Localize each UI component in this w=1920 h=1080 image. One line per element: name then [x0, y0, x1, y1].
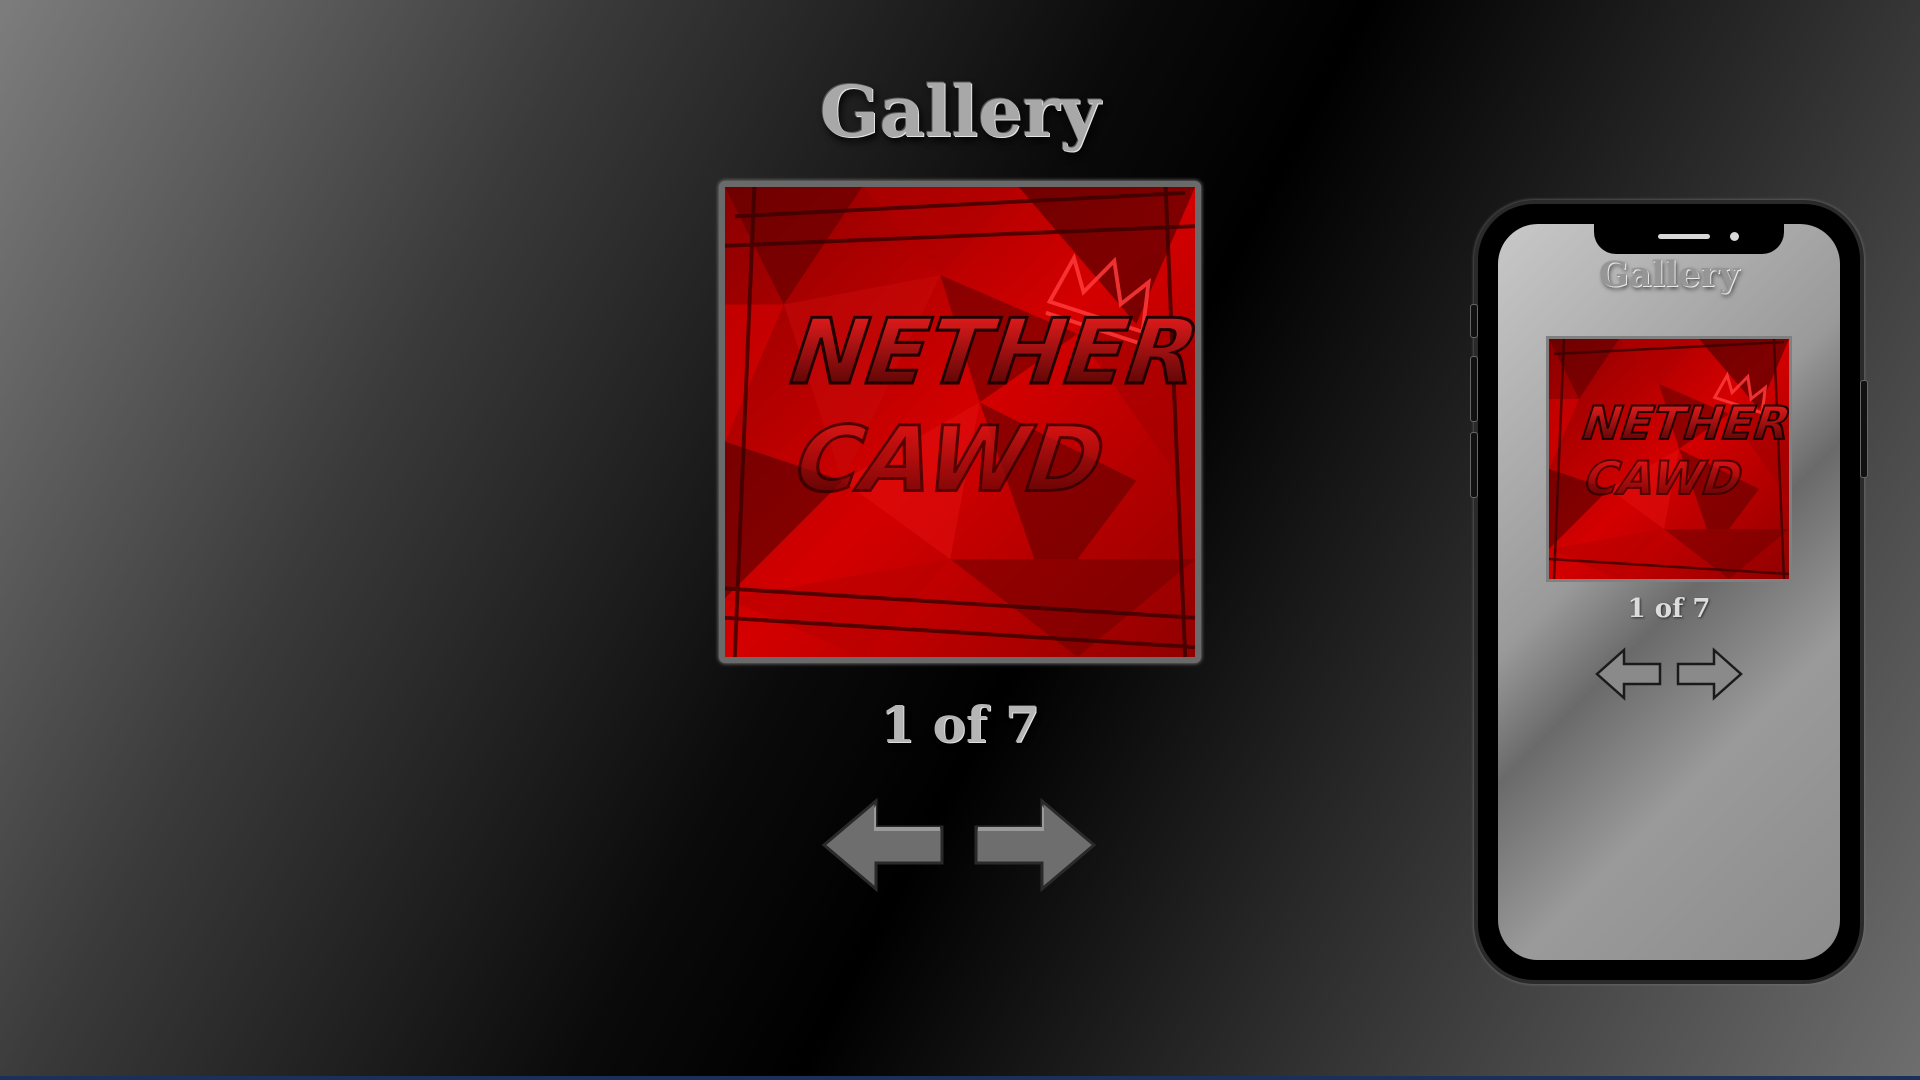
phone-power-button: [1860, 380, 1868, 478]
phone-slide-counter: 1 of 7: [1627, 594, 1711, 624]
arrow-left-icon: [1595, 647, 1662, 701]
camera-icon: [1730, 232, 1739, 241]
phone-next-button[interactable]: [1674, 646, 1744, 702]
gallery-image-frame: NETHER CAWD: [719, 181, 1201, 663]
phone-page-title: Gallery: [1598, 254, 1740, 295]
arrow-left-icon: [821, 797, 944, 893]
phone-screen: Gallery NETHER CAWD 1 of 7: [1498, 224, 1840, 960]
page-title: Gallery: [819, 70, 1101, 153]
phone-side-button: [1470, 432, 1478, 498]
prev-button[interactable]: [820, 795, 948, 895]
speaker-icon: [1658, 234, 1710, 239]
phone-gallery-image: NETHER CAWD: [1549, 339, 1789, 579]
image-title-line-1: NETHER: [1574, 397, 1789, 451]
phone-side-button: [1470, 356, 1478, 422]
arrow-right-icon: [974, 797, 1097, 893]
bottom-edge-strip: [0, 1076, 1920, 1080]
arrow-right-icon: [1676, 647, 1743, 701]
gallery-image: NETHER CAWD: [725, 187, 1195, 657]
phone-mockup: Gallery NETHER CAWD 1 of 7: [1470, 200, 1868, 984]
image-title-line-1: NETHER: [775, 299, 1195, 404]
phone-notch: [1594, 224, 1784, 254]
image-title-line-2: CAWD: [780, 407, 1120, 512]
phone-side-button: [1470, 304, 1478, 338]
next-button[interactable]: [970, 795, 1098, 895]
phone-gallery-image-frame: NETHER CAWD: [1546, 336, 1792, 582]
image-title-line-2: CAWD: [1577, 452, 1751, 506]
phone-prev-button[interactable]: [1594, 646, 1664, 702]
